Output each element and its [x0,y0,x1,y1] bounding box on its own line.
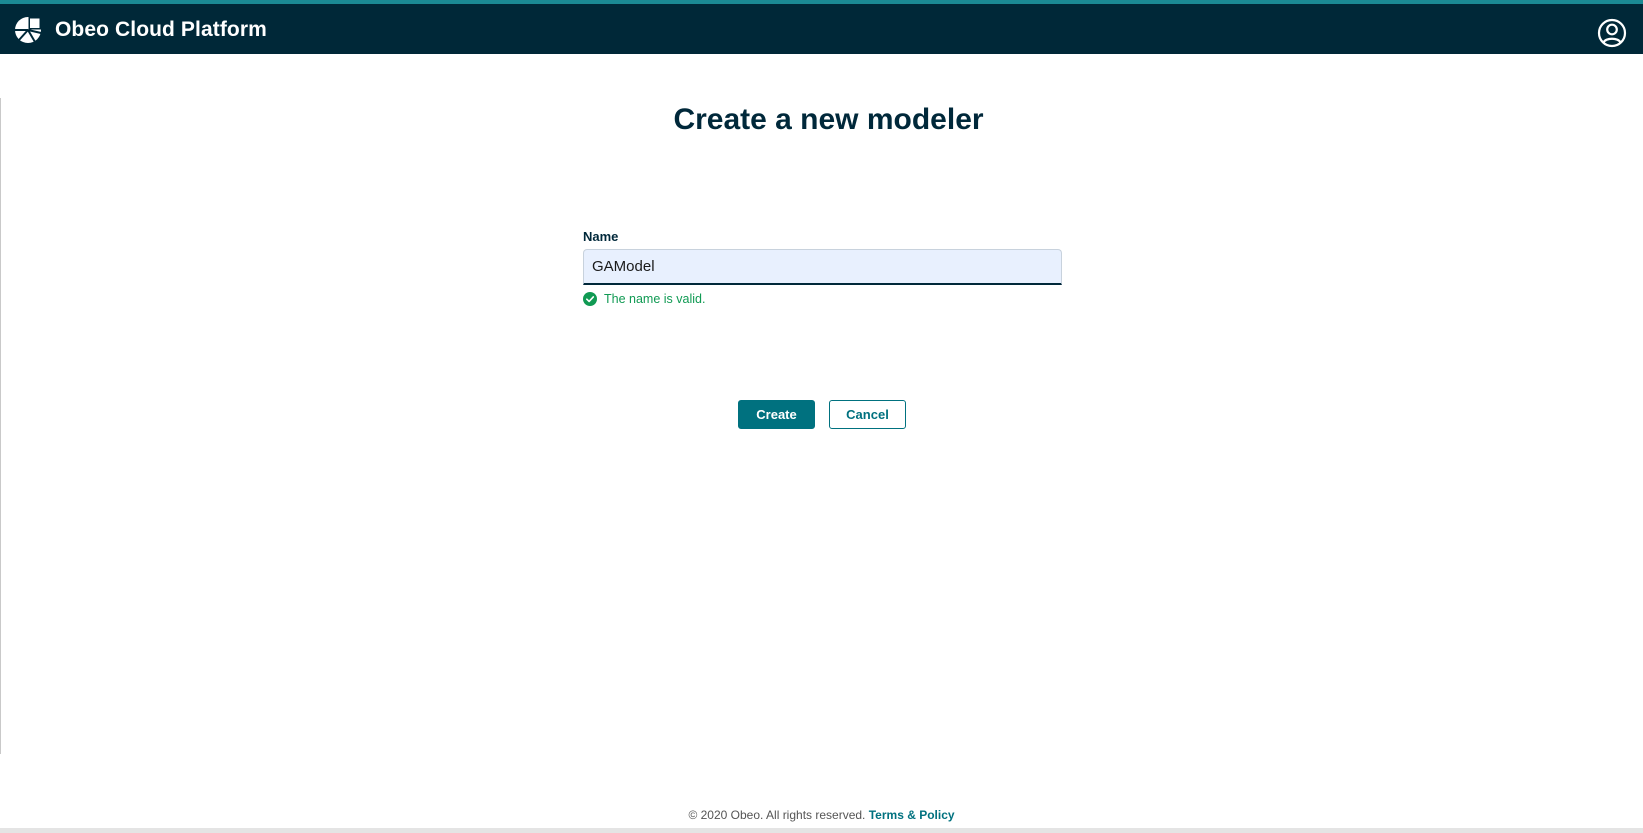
name-field-label: Name [583,229,619,244]
validation-text: The name is valid. [604,292,706,306]
app-title[interactable]: Obeo Cloud Platform [55,18,267,42]
footer-copyright: © 2020 Obeo. All rights reserved. [688,808,866,822]
check-circle-icon [583,292,597,306]
account-circle-icon[interactable] [1597,18,1627,48]
validation-message: The name is valid. [583,291,705,307]
top-app-bar: Obeo Cloud Platform [0,0,1643,54]
footer: © 2020 Obeo. All rights reserved. Terms … [0,808,1643,822]
name-input[interactable] [583,249,1062,285]
create-button[interactable]: Create [738,400,815,429]
page-title: Create a new modeler [673,103,984,136]
terms-policy-link[interactable]: Terms & Policy [869,808,955,822]
left-edge-divider [0,98,1,754]
cancel-button[interactable]: Cancel [829,400,906,429]
bottom-edge [0,828,1643,833]
obeo-logo-icon[interactable] [14,16,42,44]
